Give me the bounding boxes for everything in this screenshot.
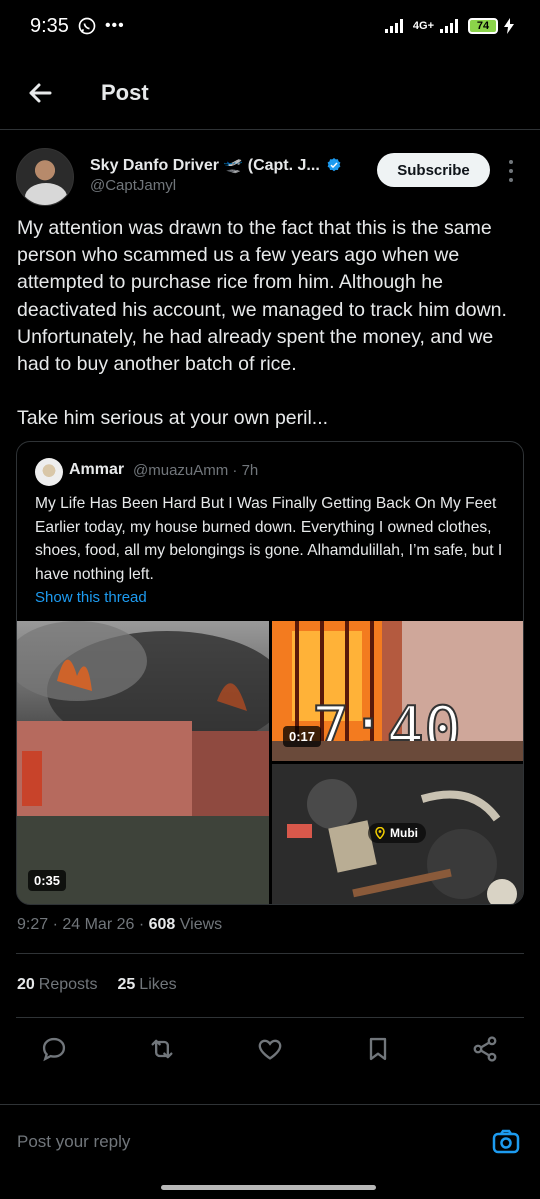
views-count: 608 [148, 916, 176, 933]
quoted-post[interactable]: Ammar @muazuAmm · 7h My Life Has Been Ha… [16, 441, 524, 905]
fire-house-image [17, 621, 269, 904]
author-handle[interactable]: @CaptJamyl [90, 177, 176, 194]
quote-author-handle: @muazuAmm · 7h [133, 462, 259, 479]
author-name-row[interactable]: Sky Danfo Driver 🛫 (Capt. J... [90, 155, 342, 175]
show-thread-link[interactable]: Show this thread [35, 589, 147, 606]
video-duration-1: 0:35 [28, 870, 67, 891]
share-icon [473, 1036, 497, 1062]
home-indicator[interactable] [161, 1185, 376, 1190]
reply-input[interactable]: Post your reply [17, 1132, 130, 1152]
page-title: Post [101, 80, 149, 105]
signal-2-icon [440, 19, 458, 33]
status-time: 9:35 [30, 14, 69, 37]
divider [16, 1017, 524, 1018]
post-author: Sky Danfo Driver 🛫 (Capt. J... @CaptJamy… [16, 146, 524, 208]
post-stats: 20 Reposts 25 Likes [17, 976, 177, 994]
divider [0, 1104, 540, 1105]
bookmark-icon [369, 1037, 387, 1061]
verified-badge-icon [327, 158, 341, 172]
likes-stat[interactable]: 25 Likes [118, 976, 177, 994]
location-pin-icon [375, 827, 385, 839]
header: Post [0, 60, 540, 126]
reposts-count: 20 [17, 976, 35, 993]
post-text: My attention was drawn to the fact that … [17, 217, 507, 430]
divider [16, 953, 524, 954]
repost-icon [151, 1039, 173, 1059]
post-actions [0, 1034, 540, 1066]
location-tag: Mubi [368, 823, 426, 843]
reposts-label: Reposts [38, 976, 98, 993]
charging-icon [504, 18, 514, 34]
post-time: 9:27 [17, 916, 49, 933]
signal-icon [384, 19, 403, 33]
subscribe-button[interactable]: Subscribe [377, 153, 490, 187]
author-name: Sky Danfo Driver 🛫 (Capt. J... [90, 157, 320, 174]
location-tag-text: Mubi [390, 826, 418, 840]
video-duration-2: 0:17 [283, 726, 322, 747]
post-meta: 9:27 · 24 Mar 26 · 608 Views [17, 916, 223, 933]
battery-icon: 74 [468, 18, 498, 34]
quote-author-name: Ammar [69, 461, 125, 478]
share-button[interactable] [470, 1034, 500, 1064]
bookmark-button[interactable] [363, 1034, 393, 1064]
quote-author-avatar [35, 458, 63, 486]
quote-video-1[interactable]: 0:35 [17, 621, 269, 904]
reposts-stat[interactable]: 20 Reposts [17, 976, 98, 994]
repost-button[interactable] [147, 1034, 177, 1064]
quote-image-3[interactable]: Mubi [272, 764, 523, 904]
more-notifications-icon: ••• [104, 17, 125, 34]
reply-button[interactable] [39, 1034, 69, 1064]
camera-icon[interactable] [491, 1126, 521, 1156]
quote-text: My Life Has Been Hard But I Was Finally … [35, 495, 503, 583]
back-arrow-icon[interactable] [24, 77, 56, 109]
reply-icon [42, 1037, 66, 1062]
more-options-icon[interactable] [507, 160, 515, 182]
header-divider [0, 129, 540, 130]
likes-label: Likes [139, 976, 177, 993]
like-icon [258, 1039, 282, 1060]
quote-video-2[interactable]: 7:40 0:17 [272, 621, 523, 761]
network-type: 4G+ [412, 20, 434, 32]
likes-count: 25 [117, 976, 136, 993]
views-label: Views [179, 916, 223, 933]
author-avatar[interactable] [16, 148, 74, 206]
like-button[interactable] [255, 1034, 285, 1064]
whatsapp-icon [78, 17, 96, 35]
post-date: 24 Mar 26 [62, 916, 135, 933]
status-bar: 9:35 ••• 4G+ 74 [0, 0, 540, 52]
battery-level: 74 [470, 20, 496, 32]
